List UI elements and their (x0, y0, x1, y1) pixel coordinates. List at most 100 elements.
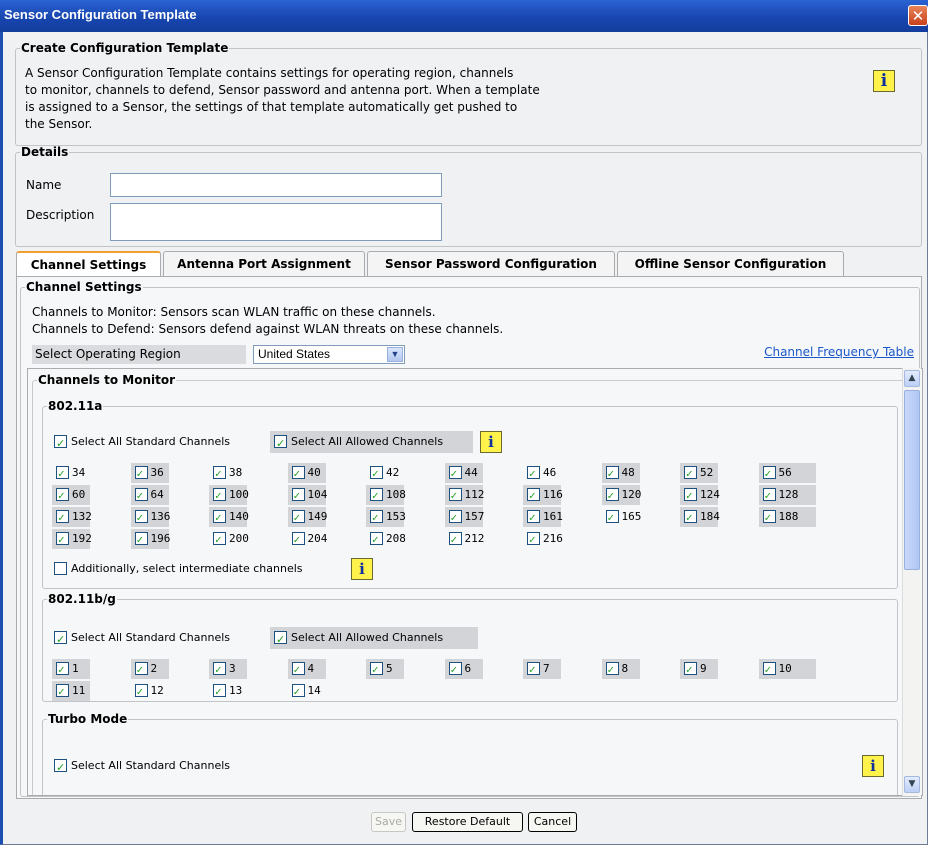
checkbox[interactable] (605, 660, 619, 680)
checkbox[interactable] (56, 660, 69, 680)
checkbox[interactable] (274, 629, 287, 651)
info-icon[interactable]: i (351, 558, 373, 580)
channel-checkbox[interactable]: 40 (287, 463, 326, 484)
checkbox[interactable] (762, 660, 776, 680)
save-button[interactable]: Save (371, 812, 406, 832)
channel-checkbox[interactable]: 112 (444, 485, 484, 506)
checkbox[interactable] (527, 486, 540, 506)
select-all-standard-checkbox[interactable]: Select All Standard Channels (50, 431, 265, 455)
checkbox[interactable] (291, 660, 305, 680)
channel-checkbox[interactable]: 11 (52, 681, 90, 702)
channel-checkbox[interactable]: 165 (602, 507, 641, 528)
checkbox[interactable] (56, 508, 69, 528)
channel-checkbox[interactable]: 100 (209, 485, 249, 506)
checkbox[interactable] (370, 486, 383, 506)
checkbox[interactable] (213, 464, 226, 484)
checkbox[interactable] (213, 530, 226, 550)
operating-region-select[interactable]: United States ▼ (253, 345, 405, 364)
scroll-down-icon[interactable]: ▼ (904, 776, 920, 793)
chevron-down-icon[interactable]: ▼ (387, 347, 403, 362)
checkbox[interactable] (291, 486, 305, 506)
channel-checkbox[interactable]: 13 (209, 681, 247, 702)
channel-checkbox[interactable]: 157 (444, 507, 484, 528)
checkbox[interactable] (56, 486, 69, 506)
intermediate-channels-checkbox[interactable]: Additionally, select intermediate channe… (50, 558, 370, 580)
checkbox[interactable] (527, 530, 540, 550)
checkbox[interactable] (134, 682, 148, 702)
channel-checkbox[interactable]: 7 (523, 659, 561, 680)
channel-checkbox[interactable]: 56 (758, 463, 816, 484)
checkbox[interactable] (213, 486, 226, 506)
channel-checkbox[interactable]: 196 (130, 529, 170, 550)
channel-checkbox[interactable]: 14 (288, 681, 326, 702)
channel-checkbox[interactable]: 124 (680, 485, 720, 506)
info-icon[interactable]: i (873, 70, 895, 92)
channel-checkbox[interactable]: 200 (209, 529, 249, 550)
tab-antenna-port-assignment[interactable]: Antenna Port Assignment (163, 251, 365, 276)
checkbox[interactable] (54, 433, 67, 455)
checkbox[interactable] (762, 508, 776, 528)
channel-frequency-table-link[interactable]: Channel Frequency Table (764, 345, 914, 359)
channel-checkbox[interactable]: 12 (131, 681, 169, 702)
channel-checkbox[interactable]: 10 (758, 659, 816, 680)
checkbox[interactable] (370, 530, 383, 550)
checkbox[interactable] (605, 464, 619, 484)
channel-checkbox[interactable]: 108 (366, 485, 406, 506)
channel-checkbox[interactable]: 184 (680, 507, 720, 528)
tab-channel-settings[interactable]: Channel Settings (16, 251, 161, 277)
info-icon[interactable]: i (480, 431, 502, 453)
channel-checkbox[interactable]: 42 (366, 463, 404, 484)
checkbox[interactable] (527, 508, 540, 528)
checkbox[interactable] (370, 660, 383, 680)
checkbox[interactable] (56, 530, 69, 550)
checkbox[interactable] (684, 660, 697, 680)
channel-checkbox[interactable]: 212 (445, 529, 484, 550)
channel-checkbox[interactable]: 216 (523, 529, 563, 550)
checkbox[interactable] (56, 464, 69, 484)
checkbox[interactable] (448, 508, 462, 528)
channel-checkbox[interactable]: 192 (52, 529, 92, 550)
checkbox[interactable] (134, 464, 148, 484)
channel-checkbox[interactable]: 3 (209, 659, 247, 680)
checkbox[interactable] (448, 530, 462, 550)
channel-checkbox[interactable]: 204 (288, 529, 327, 550)
turbo-select-all-standard-checkbox[interactable]: Select All Standard Channels (50, 755, 290, 779)
channel-checkbox[interactable]: 60 (52, 485, 90, 506)
select-all-allowed-checkbox[interactable]: Select All Allowed Channels (270, 431, 473, 455)
channel-checkbox[interactable]: 64 (130, 485, 169, 506)
channel-checkbox[interactable]: 4 (287, 659, 326, 680)
checkbox[interactable] (134, 530, 148, 550)
channel-checkbox[interactable]: 161 (523, 507, 563, 528)
checkbox[interactable] (684, 508, 697, 528)
checkbox[interactable] (291, 530, 305, 550)
description-field[interactable] (110, 203, 442, 241)
checkbox[interactable] (291, 464, 305, 484)
restore-default-button[interactable]: Restore Default (412, 812, 523, 832)
channel-checkbox[interactable]: 48 (601, 463, 640, 484)
channel-checkbox[interactable]: 120 (601, 485, 641, 506)
checkbox[interactable] (448, 486, 462, 506)
bg-select-all-allowed-checkbox[interactable]: Select All Allowed Channels (270, 627, 478, 651)
channel-checkbox[interactable]: 44 (444, 463, 483, 484)
checkbox[interactable] (213, 508, 226, 528)
checkbox[interactable] (370, 464, 383, 484)
checkbox[interactable] (762, 464, 776, 484)
channel-checkbox[interactable]: 38 (209, 463, 247, 484)
checkbox[interactable] (134, 486, 148, 506)
checkbox[interactable] (291, 682, 305, 702)
checkbox[interactable] (684, 464, 697, 484)
channel-checkbox[interactable]: 149 (287, 507, 327, 528)
checkbox[interactable] (291, 508, 305, 528)
channel-checkbox[interactable]: 140 (209, 507, 249, 528)
channel-checkbox[interactable]: 2 (130, 659, 169, 680)
channel-checkbox[interactable]: 8 (601, 659, 640, 680)
checkbox[interactable] (762, 486, 776, 506)
channel-checkbox[interactable]: 6 (444, 659, 483, 680)
channel-checkbox[interactable]: 153 (366, 507, 406, 528)
checkbox[interactable] (370, 508, 383, 528)
scroll-up-icon[interactable]: ▲ (904, 370, 920, 387)
checkbox[interactable] (605, 508, 619, 528)
checkbox[interactable] (134, 508, 148, 528)
channel-checkbox[interactable]: 52 (680, 463, 718, 484)
checkbox[interactable] (54, 562, 67, 575)
